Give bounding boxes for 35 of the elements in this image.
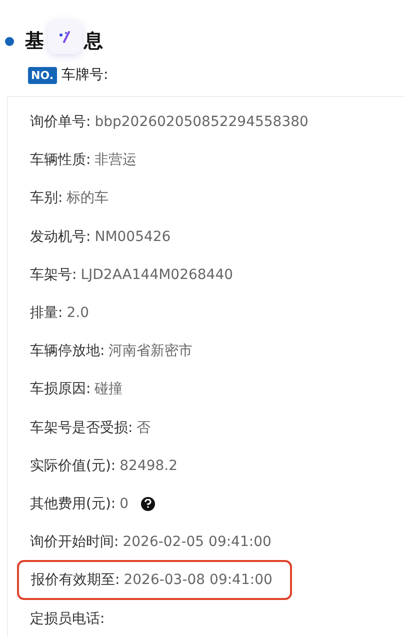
field-value: 2.0 [66,305,89,322]
field-value: 2026-02-05 09:41:00 [122,534,272,550]
section-title: 基 [25,29,44,54]
field-label: 实际价值(元): [30,456,116,475]
field-label: 车辆性质: [30,151,91,170]
field-value: LJD2AA144M0268440 [80,266,234,283]
field-label: 车架号: [30,266,77,284]
field-label: 车架号是否受损: [30,418,133,437]
field-label: 发动机号: [30,228,91,246]
plate-badge: NO. [28,66,56,84]
field-value: 2026-03-08 09:41:00 [124,572,272,588]
field-value: 碰撞 [94,380,123,398]
field-value: 0 [120,496,129,512]
field-value: 否 [136,418,151,437]
field-label: 询价开始时间: [30,533,119,552]
field-value: 82498.2 [120,458,178,474]
field-value: bbp202602050852294558380 [94,114,308,130]
field-label: 车牌号: [62,66,108,84]
field-label: 车损原因: [30,380,91,398]
sparkle-icon [58,30,72,44]
assistant-button[interactable] [48,20,82,54]
field-value: 河南省新密市 [108,342,193,360]
help-icon[interactable] [140,496,155,511]
section-title: 息 [84,29,103,54]
field-label: 车别: [30,189,63,208]
field-label: 车辆停放地: [30,342,105,360]
field-value: 非营运 [94,151,137,170]
field-label: 其他费用(元): [30,494,116,513]
field-label: 询价单号: [30,113,91,132]
field-label: 定损员电话: [30,610,105,628]
field-value: NM005426 [94,228,171,245]
field-label: 报价有效期至: [31,571,120,590]
bullet-dot [5,36,14,46]
field-label: 排量: [30,304,63,322]
field-value: 标的车 [66,189,109,208]
